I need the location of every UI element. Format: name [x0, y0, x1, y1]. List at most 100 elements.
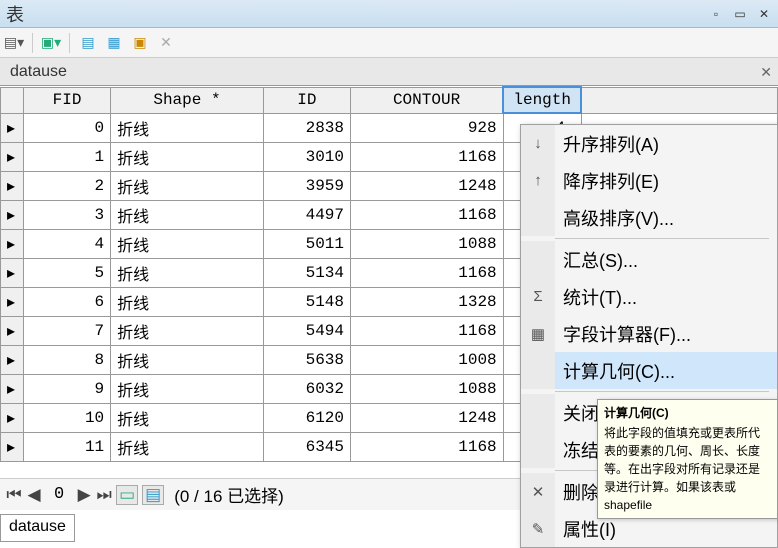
cell-contour: 1248: [351, 403, 504, 432]
cell-fid: 1: [23, 142, 110, 171]
bottom-tab-datause[interactable]: datause: [0, 514, 75, 542]
cell-contour: 928: [351, 113, 504, 142]
cell-id: 3959: [263, 171, 350, 200]
row-header[interactable]: ▸: [1, 171, 24, 200]
menu-item[interactable]: Σ统计(T)...: [521, 278, 777, 315]
selection-status: (0 / 16 已选择): [174, 482, 284, 507]
cell-shape: 折线: [111, 113, 264, 142]
col-shape[interactable]: Shape *: [111, 87, 264, 113]
menu-item[interactable]: ↓升序排列(A): [521, 125, 777, 162]
cell-contour: 1008: [351, 345, 504, 374]
col-length[interactable]: length: [503, 87, 581, 113]
cell-id: 6345: [263, 432, 350, 461]
nav-prev-icon[interactable]: ◀: [26, 487, 42, 503]
menu-item-icon: ↑: [521, 162, 555, 199]
row-header[interactable]: ▸: [1, 229, 24, 258]
cell-fid: 3: [23, 200, 110, 229]
cell-id: 2838: [263, 113, 350, 142]
row-header[interactable]: ▸: [1, 345, 24, 374]
menu-item-icon: ↓: [521, 125, 555, 162]
cell-contour: 1168: [351, 432, 504, 461]
col-fid[interactable]: FID: [23, 87, 110, 113]
toolbar-btn-3[interactable]: ▦: [104, 33, 124, 53]
cell-id: 5134: [263, 258, 350, 287]
cell-contour: 1168: [351, 200, 504, 229]
row-header[interactable]: ▸: [1, 316, 24, 345]
cell-shape: 折线: [111, 316, 264, 345]
menu-item-icon: Σ: [521, 278, 555, 315]
menu-item-icon: [521, 199, 555, 236]
row-header[interactable]: ▸: [1, 374, 24, 403]
cell-fid: 8: [23, 345, 110, 374]
nav-last-icon[interactable]: ⏭: [96, 487, 112, 503]
row-header[interactable]: ▸: [1, 403, 24, 432]
menu-item-icon: [521, 431, 555, 468]
cell-contour: 1328: [351, 287, 504, 316]
menu-item-icon: [521, 352, 555, 389]
maximize-icon[interactable]: ▭: [732, 7, 748, 21]
minimize-icon[interactable]: ▫: [708, 7, 724, 21]
cell-id: 6120: [263, 403, 350, 432]
cell-contour: 1088: [351, 229, 504, 258]
close-icon[interactable]: ✕: [756, 7, 772, 21]
row-header[interactable]: ▸: [1, 200, 24, 229]
cell-fid: 0: [23, 113, 110, 142]
cell-fid: 4: [23, 229, 110, 258]
cell-id: 4497: [263, 200, 350, 229]
window-title: 表: [6, 1, 708, 27]
cell-shape: 折线: [111, 403, 264, 432]
menu-item-icon: ✎: [521, 510, 555, 547]
tooltip: 计算几何(C) 将此字段的值填充或更表所代表的要素的几何、周长、长度等。在出字段…: [597, 399, 778, 519]
menu-item[interactable]: ↑降序排列(E): [521, 162, 777, 199]
menu-item[interactable]: 高级排序(V)...: [521, 199, 777, 236]
tab-close-icon[interactable]: ✕: [760, 64, 772, 81]
menu-item-icon: ▦: [521, 315, 555, 352]
toolbar-btn-4[interactable]: ▣: [130, 33, 150, 53]
cell-fid: 5: [23, 258, 110, 287]
menu-dropdown-icon[interactable]: ▤▾: [4, 33, 24, 53]
cell-fid: 11: [23, 432, 110, 461]
menu-item-label: 升序排列(A): [555, 131, 777, 157]
cell-fid: 7: [23, 316, 110, 345]
cell-shape: 折线: [111, 200, 264, 229]
tooltip-title: 计算几何(C): [604, 404, 771, 422]
toolbar-btn-2[interactable]: ▤: [78, 33, 98, 53]
col-contour[interactable]: CONTOUR: [351, 87, 504, 113]
cell-contour: 1088: [351, 374, 504, 403]
col-id[interactable]: ID: [263, 87, 350, 113]
menu-item[interactable]: 汇总(S)...: [521, 241, 777, 278]
cell-shape: 折线: [111, 374, 264, 403]
nav-first-icon[interactable]: ⏮: [6, 487, 22, 503]
toolbar-btn-1[interactable]: ▣▾: [41, 33, 61, 53]
record-counter[interactable]: 0: [46, 485, 72, 504]
cell-contour: 1168: [351, 316, 504, 345]
nav-next-icon[interactable]: ▶: [76, 487, 92, 503]
cell-id: 3010: [263, 142, 350, 171]
cell-shape: 折线: [111, 345, 264, 374]
cell-shape: 折线: [111, 258, 264, 287]
cell-id: 5148: [263, 287, 350, 316]
cell-shape: 折线: [111, 171, 264, 200]
menu-item[interactable]: ▦字段计算器(F)...: [521, 315, 777, 352]
menu-item[interactable]: 计算几何(C)...: [521, 352, 777, 389]
row-header[interactable]: ▸: [1, 113, 24, 142]
toolbar-close-icon[interactable]: ✕: [156, 33, 176, 53]
cell-id: 5494: [263, 316, 350, 345]
cell-contour: 1168: [351, 142, 504, 171]
cell-id: 6032: [263, 374, 350, 403]
row-header[interactable]: ▸: [1, 142, 24, 171]
cell-shape: 折线: [111, 142, 264, 171]
toolbar: ▤▾ ▣▾ ▤ ▦ ▣ ✕: [0, 28, 778, 58]
show-selected-icon[interactable]: ▤: [142, 485, 164, 505]
tab-datause[interactable]: datause: [0, 59, 77, 85]
cell-fid: 9: [23, 374, 110, 403]
show-all-icon[interactable]: ▭: [116, 485, 138, 505]
row-header[interactable]: ▸: [1, 258, 24, 287]
cell-fid: 2: [23, 171, 110, 200]
row-header[interactable]: ▸: [1, 287, 24, 316]
cell-fid: 6: [23, 287, 110, 316]
row-header[interactable]: ▸: [1, 432, 24, 461]
menu-item-label: 汇总(S)...: [555, 247, 777, 273]
menu-item-label: 降序排列(E): [555, 168, 777, 194]
menu-separator: [555, 238, 769, 239]
